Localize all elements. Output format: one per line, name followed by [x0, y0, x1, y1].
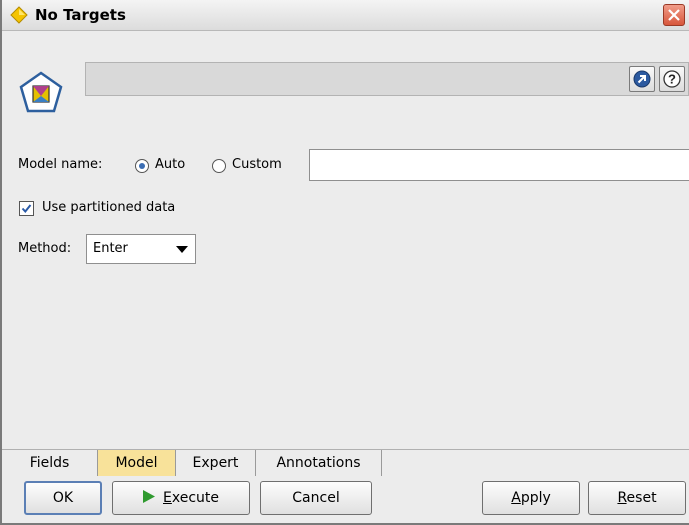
- cancel-button[interactable]: Cancel: [260, 481, 372, 515]
- reset-mnemonic: R: [617, 490, 627, 506]
- tab-bar: Fields Model Expert Annotations: [2, 449, 689, 477]
- header-annotation-field: [85, 62, 689, 96]
- dialog-window: No Targets ? Model name: Auto Custom Use…: [0, 0, 689, 525]
- method-label: Method:: [18, 241, 72, 256]
- ok-button[interactable]: OK: [24, 481, 102, 515]
- window-title: No Targets: [35, 6, 126, 24]
- reset-label: eset: [626, 490, 657, 506]
- apply-label: pply: [520, 490, 551, 506]
- checkmark-icon: [21, 204, 32, 214]
- execute-label: xecute: [171, 490, 219, 506]
- chevron-down-icon: [176, 246, 188, 253]
- apply-mnemonic: A: [511, 490, 521, 506]
- help-icon: ?: [663, 70, 681, 88]
- yellow-diamond-icon: [10, 6, 28, 24]
- method-value: Enter: [93, 241, 128, 256]
- launch-button[interactable]: [629, 66, 655, 92]
- radio-auto-label[interactable]: Auto: [155, 157, 185, 172]
- method-select[interactable]: Enter: [86, 234, 196, 264]
- use-partitioned-checkbox[interactable]: [19, 201, 34, 216]
- close-icon: [668, 9, 680, 21]
- radio-custom-label[interactable]: Custom: [232, 157, 282, 172]
- launch-icon: [633, 70, 651, 88]
- model-name-label: Model name:: [18, 157, 103, 172]
- reset-button[interactable]: Reset: [588, 481, 686, 515]
- custom-name-input[interactable]: [309, 149, 689, 181]
- close-button[interactable]: [663, 4, 685, 26]
- radio-selected-dot: [139, 163, 145, 169]
- play-icon: [143, 490, 155, 503]
- execute-mnemonic: E: [163, 490, 172, 506]
- help-button[interactable]: ?: [659, 66, 685, 92]
- svg-text:?: ?: [668, 72, 676, 87]
- tab-fields[interactable]: Fields: [2, 450, 98, 476]
- tab-expert[interactable]: Expert: [176, 450, 256, 476]
- pentagon-model-node-icon: [19, 71, 63, 113]
- execute-button[interactable]: Execute: [112, 481, 250, 515]
- tab-annotations[interactable]: Annotations: [256, 450, 382, 476]
- title-bar[interactable]: No Targets: [2, 0, 689, 31]
- apply-button[interactable]: Apply: [482, 481, 580, 515]
- radio-custom[interactable]: [212, 159, 226, 173]
- tab-model[interactable]: Model: [98, 450, 176, 476]
- use-partitioned-label[interactable]: Use partitioned data: [42, 200, 175, 215]
- radio-auto[interactable]: [135, 159, 149, 173]
